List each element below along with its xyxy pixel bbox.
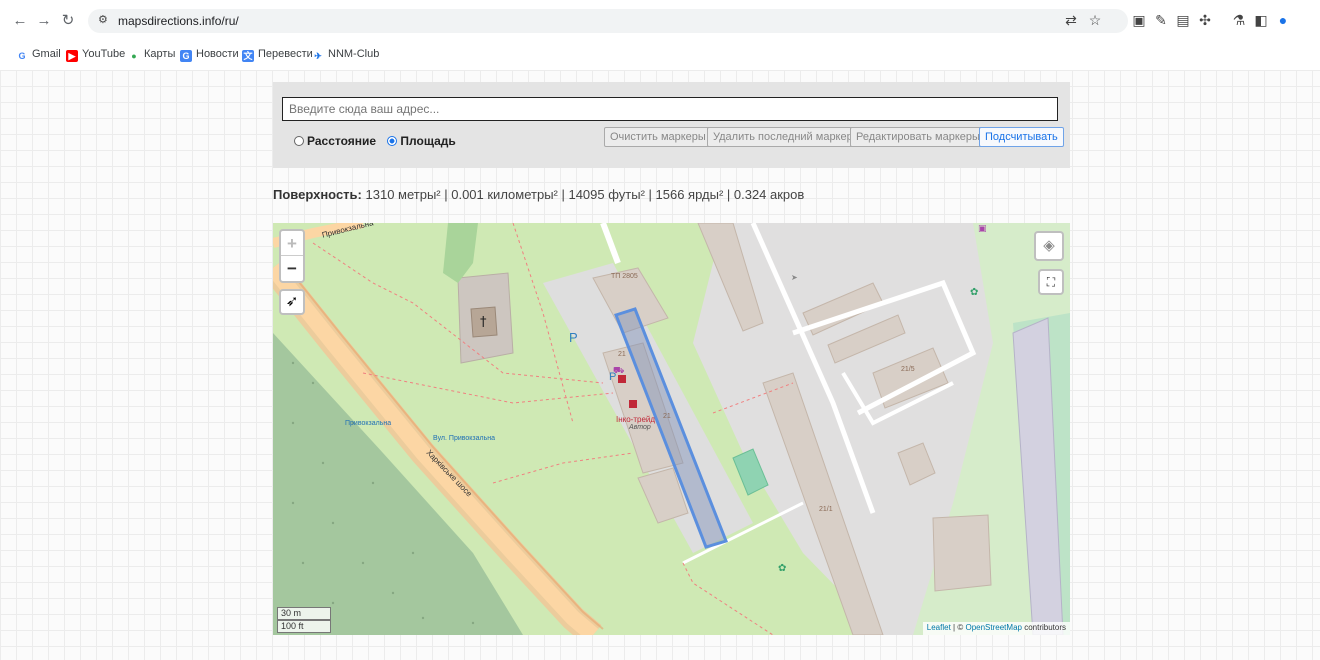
bookmark-gmail[interactable]: G Gmail <box>16 48 61 62</box>
scale-metric: 30 m <box>277 607 331 620</box>
profile-icon[interactable]: ● <box>1274 11 1292 29</box>
address-search-input[interactable] <box>282 97 1058 121</box>
controls-panel: Расстояние Площадь Очистить маркеры Удал… <box>273 82 1070 168</box>
zoom-control: + − <box>279 229 305 283</box>
attribution-tail: contributors <box>1024 623 1066 632</box>
bookmark-star-icon[interactable]: ☆ <box>1086 11 1104 29</box>
calculate-button[interactable]: Подсчитывать <box>979 127 1064 147</box>
service-road-4 <box>600 223 621 265</box>
playground-icon: ✿ <box>970 287 978 298</box>
parking-label-1: P <box>569 330 578 345</box>
labs-flask-icon[interactable]: ⚗ <box>1230 11 1248 29</box>
address-bar[interactable]: ⚙ mapsdirections.info/ru/ <box>88 9 1128 33</box>
result-values: 1310 метры² | 0.001 километры² | 14095 ф… <box>365 187 805 202</box>
gmail-icon: G <box>16 50 28 62</box>
mode-radio-group: Расстояние Площадь <box>294 134 464 148</box>
site-settings-icon[interactable]: ⚙ <box>98 13 108 26</box>
news-icon: G <box>180 50 192 62</box>
label-21-1: 21/1 <box>819 506 833 513</box>
osm-link[interactable]: OpenStreetMap <box>965 623 1021 632</box>
area-result: Поверхность: 1310 метры² | 0.001 километ… <box>273 187 804 202</box>
label-shop-sub: Автор <box>629 424 651 431</box>
back-icon[interactable]: ← <box>10 11 30 31</box>
browser-chrome: ← → ↻ ⚙ mapsdirections.info/ru/ ⇄ ☆ ▣ ✎ … <box>0 0 1320 70</box>
extension-icon[interactable]: ▣ <box>1130 11 1148 29</box>
clear-markers-button[interactable]: Очистить маркеры <box>604 127 712 147</box>
poi-icon: ▣ <box>978 224 987 234</box>
bookmark-translate[interactable]: 文 Перевести <box>242 48 313 62</box>
url-text: mapsdirections.info/ru/ <box>118 14 239 28</box>
building-bottom-right <box>932 514 992 592</box>
browser-toolbar: ← → ↻ ⚙ mapsdirections.info/ru/ ⇄ ☆ ▣ ✎ … <box>0 6 1320 36</box>
map-tiles: † ⛟ ➤ ✿ ✿ ▣ <box>273 223 1070 635</box>
arrow-marker: ➤ <box>791 273 798 282</box>
side-panel-icon[interactable]: ◧ <box>1252 11 1270 29</box>
zoom-in-button[interactable]: + <box>281 231 303 256</box>
map-attribution: Leaflet | © OpenStreetMap contributors <box>922 622 1070 635</box>
parking-label-2: P <box>609 371 617 383</box>
locate-button[interactable]: ➶ <box>279 289 305 315</box>
bookmark-news[interactable]: G Новости <box>180 48 239 62</box>
tree-patch <box>443 223 478 283</box>
pharmacy-marker <box>618 375 626 383</box>
label-21-5: 21/5 <box>901 366 915 373</box>
bus-stop-label-1: Привокзальна <box>345 420 392 427</box>
bookmarks-bar: G Gmail ▶ YouTube ● Карты G Новости 文 Перевес… <box>0 44 1320 66</box>
result-label: Поверхность: <box>273 187 362 202</box>
reader-icon[interactable]: ▤ <box>1174 11 1192 29</box>
remove-last-marker-button[interactable]: Удалить последний маркер <box>707 127 859 147</box>
pen-icon[interactable]: ✎ <box>1152 11 1170 29</box>
youtube-icon: ▶ <box>66 50 78 62</box>
map-view[interactable]: † ⛟ ➤ ✿ ✿ ▣ ТП 2805 21 21 21/5 21/1 P P … <box>273 223 1070 635</box>
bookmark-nnm[interactable]: ✈ NNM-Club <box>312 48 379 62</box>
bookmark-maps[interactable]: ● Карты <box>128 48 175 62</box>
translate-icon: 文 <box>242 50 254 62</box>
area-radio[interactable] <box>387 136 398 146</box>
shop-marker <box>629 400 637 408</box>
nnm-icon: ✈ <box>312 50 324 62</box>
footpath-2 <box>362 372 614 404</box>
forest-area <box>273 333 523 635</box>
bookmark-youtube[interactable]: ▶ YouTube <box>66 48 125 62</box>
distance-radio-label[interactable]: Расстояние <box>307 134 376 148</box>
forward-icon[interactable]: → <box>34 11 54 31</box>
attribution-separator: | © <box>953 623 964 632</box>
layers-icon: ◈ <box>1043 237 1055 254</box>
fullscreen-icon: ⛶ <box>1046 275 1056 289</box>
footpath-3 <box>512 223 574 424</box>
label-shop: Інко-трейд <box>616 415 656 424</box>
leaflet-link[interactable]: Leaflet <box>927 623 951 632</box>
edit-markers-button[interactable]: Редактировать маркеры <box>850 127 986 147</box>
label-21b: 21 <box>663 413 671 420</box>
page-body: Расстояние Площадь Очистить маркеры Удал… <box>0 70 1320 660</box>
bus-stop-label-2: Вул. Привокзальна <box>433 435 496 442</box>
area-radio-label[interactable]: Площадь <box>400 134 455 148</box>
maps-icon: ● <box>128 50 140 62</box>
translate-page-icon[interactable]: ⇄ <box>1062 11 1080 29</box>
scale-imperial: 100 ft <box>277 620 331 633</box>
locate-arrow-icon: ➶ <box>285 293 299 310</box>
reload-icon[interactable]: ↻ <box>58 11 78 31</box>
zoom-out-button[interactable]: − <box>281 256 303 281</box>
layers-button[interactable]: ◈ <box>1034 231 1064 261</box>
church-cross-icon: † <box>480 315 487 330</box>
fullscreen-button[interactable]: ⛶ <box>1038 269 1064 295</box>
footpath-5 <box>682 562 774 635</box>
distance-radio[interactable] <box>294 136 304 146</box>
extensions-puzzle-icon[interactable]: ✣ <box>1196 11 1214 29</box>
footpath-4 <box>492 452 634 484</box>
label-tp2805: ТП 2805 <box>611 273 638 280</box>
label-21a: 21 <box>618 351 626 358</box>
playground-icon-2: ✿ <box>778 563 786 574</box>
